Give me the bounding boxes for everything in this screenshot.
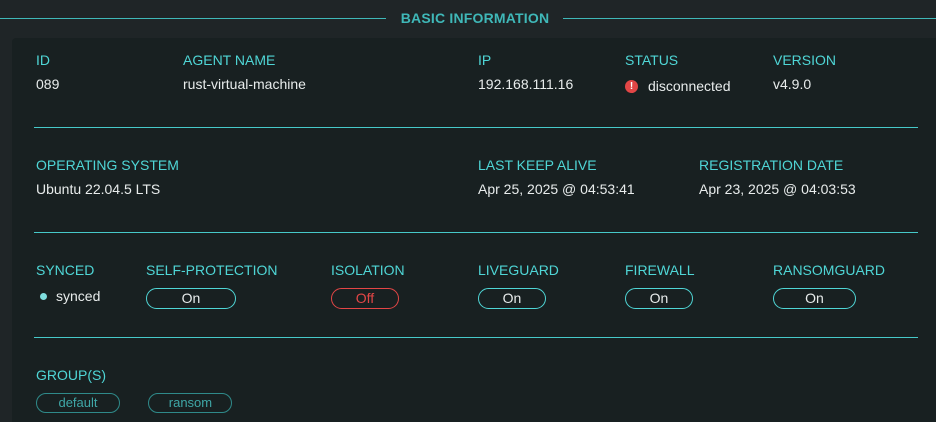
group-tag[interactable]: default	[36, 393, 120, 413]
agent-name-value: rust-virtual-machine	[183, 76, 306, 92]
status-value: disconnected	[648, 78, 731, 94]
isolation-label: ISOLATION	[331, 262, 405, 278]
synced-dot-icon	[40, 292, 47, 300]
field-self-protection: SELF-PROTECTION On	[146, 262, 277, 309]
ransomguard-toggle[interactable]: On	[773, 288, 856, 309]
synced-value: synced	[56, 288, 101, 304]
ransomguard-label: RANSOMGUARD	[773, 262, 886, 278]
self-protection-label: SELF-PROTECTION	[146, 262, 278, 278]
liveguard-label: LIVEGUARD	[478, 262, 559, 278]
field-last-keep-alive: LAST KEEP ALIVE Apr 25, 2025 @ 04:53:41	[478, 157, 635, 197]
header-rule-right	[563, 18, 936, 19]
id-value: 089	[36, 76, 60, 92]
agent-name-label: AGENT NAME	[183, 52, 276, 68]
version-value: v4.9.0	[773, 76, 812, 92]
ip-value: 192.168.111.16	[478, 76, 574, 92]
groups-label: GROUP(S)	[36, 367, 106, 383]
registration-label: REGISTRATION DATE	[699, 157, 844, 173]
field-firewall: FIREWALL On	[625, 262, 695, 309]
field-groups: GROUP(S) default ransom	[36, 367, 233, 413]
info-card: ID 089 AGENT NAME rust-virtual-machine I…	[12, 38, 936, 422]
field-synced: SYNCED synced	[36, 262, 100, 304]
field-ransomguard: RANSOMGUARD On	[773, 262, 885, 309]
keep-alive-label: LAST KEEP ALIVE	[478, 157, 597, 173]
synced-label: SYNCED	[36, 262, 95, 278]
keep-alive-value: Apr 25, 2025 @ 04:53:41	[478, 181, 635, 197]
id-label: ID	[36, 52, 50, 68]
divider-1	[34, 127, 918, 128]
header-rule-left	[0, 18, 386, 19]
alert-icon: !	[625, 79, 638, 93]
field-id: ID 089	[36, 52, 59, 92]
firewall-toggle[interactable]: On	[625, 288, 693, 309]
ip-label: IP	[478, 52, 492, 68]
field-version: VERSION v4.9.0	[773, 52, 836, 92]
os-value: Ubuntu 22.04.5 LTS	[36, 181, 161, 197]
field-agent-name: AGENT NAME rust-virtual-machine	[183, 52, 306, 92]
version-label: VERSION	[773, 52, 837, 68]
liveguard-toggle[interactable]: On	[478, 288, 546, 309]
agent-basic-information-panel: BASIC INFORMATION ID 089 AGENT NAME rust…	[0, 0, 936, 422]
section-title: BASIC INFORMATION	[400, 10, 550, 26]
status-indicator: ! disconnected	[625, 78, 731, 94]
divider-3	[34, 337, 918, 338]
status-label: STATUS	[625, 52, 679, 68]
field-status: STATUS ! disconnected	[625, 52, 731, 94]
registration-value: Apr 23, 2025 @ 04:03:53	[699, 181, 856, 197]
field-operating-system: OPERATING SYSTEM Ubuntu 22.04.5 LTS	[36, 157, 179, 197]
field-isolation: ISOLATION Off	[331, 262, 405, 309]
divider-2	[34, 232, 918, 233]
section-header: BASIC INFORMATION	[0, 8, 936, 30]
field-registration-date: REGISTRATION DATE Apr 23, 2025 @ 04:03:5…	[699, 157, 856, 197]
group-tag[interactable]: ransom	[148, 393, 233, 413]
os-label: OPERATING SYSTEM	[36, 157, 179, 173]
firewall-label: FIREWALL	[625, 262, 695, 278]
synced-indicator: synced	[36, 288, 100, 304]
self-protection-toggle[interactable]: On	[146, 288, 236, 309]
field-liveguard: LIVEGUARD On	[478, 262, 559, 309]
group-tag-list: default ransom	[36, 383, 233, 413]
isolation-toggle[interactable]: Off	[331, 288, 399, 309]
field-ip: IP 192.168.111.16	[478, 52, 573, 92]
